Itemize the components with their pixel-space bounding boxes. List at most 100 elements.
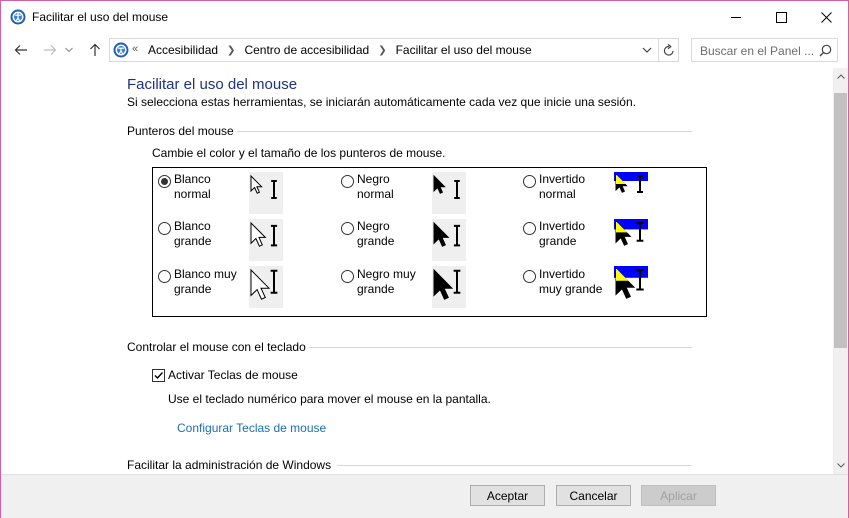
- radio-label-line: grande: [174, 282, 212, 296]
- radio-negro-muy-grande[interactable]: [341, 270, 354, 283]
- radio-label-invertido-grande[interactable]: Invertido grande: [539, 219, 585, 249]
- section-title-pointers: Punteros del mouse: [127, 124, 234, 138]
- radio-label-line: Invertido: [539, 172, 586, 186]
- radio-label-line: Negro muy: [357, 267, 416, 281]
- section-divider: [237, 131, 692, 132]
- maximize-button[interactable]: [758, 1, 804, 33]
- radio-invertido-grande[interactable]: [523, 222, 536, 235]
- radio-blanco-grande[interactable]: [158, 222, 171, 235]
- radio-label-line: Invertido: [539, 219, 586, 233]
- scrollbar-thumb[interactable]: [834, 93, 847, 348]
- up-button[interactable]: [84, 39, 106, 61]
- vertical-scrollbar[interactable]: [833, 68, 848, 474]
- radio-label-line: normal: [357, 187, 394, 201]
- cursor-preview-icon: [433, 174, 460, 199]
- accept-button[interactable]: Aceptar: [470, 485, 545, 506]
- chevron-down-icon: [65, 47, 73, 53]
- radio-label-blanco-muy-grande[interactable]: Blanco muy grande: [174, 267, 237, 297]
- chevron-up-icon: [836, 74, 845, 79]
- search-box[interactable]: Buscar en el Panel ...: [691, 38, 838, 62]
- radio-label-line: Negro: [357, 172, 390, 186]
- forward-button[interactable]: [39, 39, 61, 61]
- cursor-preview-icon: [433, 268, 461, 300]
- chevron-down-icon[interactable]: [640, 43, 654, 57]
- accessibility-icon: [113, 42, 129, 58]
- pointer-preview-invertido-grande: [614, 219, 648, 261]
- cursor-preview-icon: [250, 221, 278, 247]
- section-title-mouse-keys: Controlar el mouse con el teclado: [127, 340, 306, 354]
- pointer-preview-invertido-normal: [614, 172, 648, 214]
- radio-label-line: Negro: [357, 219, 390, 233]
- breadcrumb-separator-icon[interactable]: ❯: [378, 45, 386, 56]
- radio-label-line: normal: [174, 187, 211, 201]
- radio-label-line: Blanco muy: [174, 267, 237, 281]
- radio-label-invertido-normal[interactable]: Invertido normal: [539, 172, 585, 202]
- breadcrumb: Accesibilidad ❯ Centro de accesibilidad …: [148, 43, 532, 57]
- cancel-button[interactable]: Cancelar: [556, 485, 631, 506]
- back-button[interactable]: [10, 39, 32, 61]
- mouse-keys-description: Use el teclado numérico para mover el mo…: [168, 392, 491, 406]
- section-divider: [309, 347, 692, 348]
- radio-label-line: Blanco: [174, 219, 211, 233]
- radio-label-invertido-muy-grande[interactable]: Invertido muy grande: [539, 267, 602, 297]
- cursor-preview-icon: [614, 219, 648, 246]
- breadcrumb-item-ease-of-access-center[interactable]: Centro de accesibilidad: [244, 43, 369, 57]
- arrow-right-icon: [44, 45, 57, 55]
- main-content: Facilitar el uso del mouse Si selecciona…: [1, 68, 833, 474]
- cursor-preview-icon: [433, 221, 461, 247]
- radio-label-negro-normal[interactable]: Negro normal: [357, 172, 394, 202]
- search-icon[interactable]: [819, 44, 832, 57]
- scroll-down-button[interactable]: [833, 457, 848, 474]
- dialog-footer: Aceptar Cancelar Aplicar: [1, 474, 848, 518]
- arrow-left-icon: [14, 45, 27, 55]
- radio-blanco-normal[interactable]: [158, 175, 171, 188]
- section-divider: [337, 465, 692, 466]
- cursor-preview-icon: [614, 266, 648, 299]
- address-bar[interactable]: « Accesibilidad ❯ Centro de accesibilida…: [109, 38, 679, 62]
- accessibility-icon: [10, 9, 26, 25]
- configure-mouse-keys-link[interactable]: Configurar Teclas de mouse: [177, 421, 326, 435]
- navigation-bar: « Accesibilidad ❯ Centro de accesibilida…: [1, 33, 848, 67]
- radio-label-negro-muy-grande[interactable]: Negro muy grande: [357, 267, 416, 297]
- mouse-keys-checkbox[interactable]: [152, 369, 165, 382]
- radio-label-line: grande: [539, 234, 577, 248]
- cursor-preview-icon: [614, 172, 648, 193]
- radio-label-negro-grande[interactable]: Negro grande: [357, 219, 394, 249]
- radio-label-line: grande: [174, 234, 212, 248]
- breadcrumb-overflow[interactable]: «: [132, 43, 138, 55]
- radio-label-blanco-normal[interactable]: Blanco normal: [174, 172, 211, 202]
- radio-label-blanco-grande[interactable]: Blanco grande: [174, 219, 211, 249]
- apply-button[interactable]: Aplicar: [641, 485, 716, 506]
- pointer-preview-blanco-muy-grande: [249, 266, 283, 308]
- radio-invertido-muy-grande[interactable]: [523, 270, 536, 283]
- pointer-preview-negro-grande: [432, 219, 466, 261]
- page-subtitle: Si selecciona estas herramientas, se ini…: [127, 95, 636, 109]
- arrow-up-icon: [90, 43, 100, 56]
- checkmark-icon: [154, 372, 164, 380]
- radio-label-line: grande: [357, 234, 395, 248]
- scroll-up-button[interactable]: [833, 68, 848, 85]
- page-title: Facilitar el uso del mouse: [127, 76, 298, 93]
- radio-blanco-muy-grande[interactable]: [158, 270, 171, 283]
- radio-negro-normal[interactable]: [341, 175, 354, 188]
- title-bar: Facilitar el uso del mouse: [1, 1, 848, 33]
- breadcrumb-separator-icon[interactable]: ❯: [227, 45, 235, 56]
- mouse-keys-label[interactable]: Activar Teclas de mouse: [168, 368, 298, 382]
- minimize-button[interactable]: [713, 1, 759, 33]
- search-input[interactable]: Buscar en el Panel ...: [700, 44, 814, 58]
- radio-label-line: grande: [357, 282, 395, 296]
- radio-negro-grande[interactable]: [341, 222, 354, 235]
- radio-label-line: Blanco: [174, 172, 211, 186]
- close-button[interactable]: [803, 1, 849, 33]
- pointer-preview-negro-normal: [432, 172, 466, 214]
- recent-locations-button[interactable]: [62, 39, 76, 61]
- breadcrumb-item-accessibility[interactable]: Accesibilidad: [148, 43, 218, 57]
- close-icon: [820, 11, 832, 23]
- window-title: Facilitar el uso del mouse: [32, 10, 169, 24]
- maximize-icon: [775, 11, 787, 23]
- refresh-button[interactable]: [658, 39, 679, 61]
- breadcrumb-item-current[interactable]: Facilitar el uso del mouse: [396, 43, 532, 57]
- pointer-preview-negro-muy-grande: [432, 266, 466, 308]
- radio-invertido-normal[interactable]: [523, 175, 536, 188]
- radio-label-line: normal: [539, 187, 576, 201]
